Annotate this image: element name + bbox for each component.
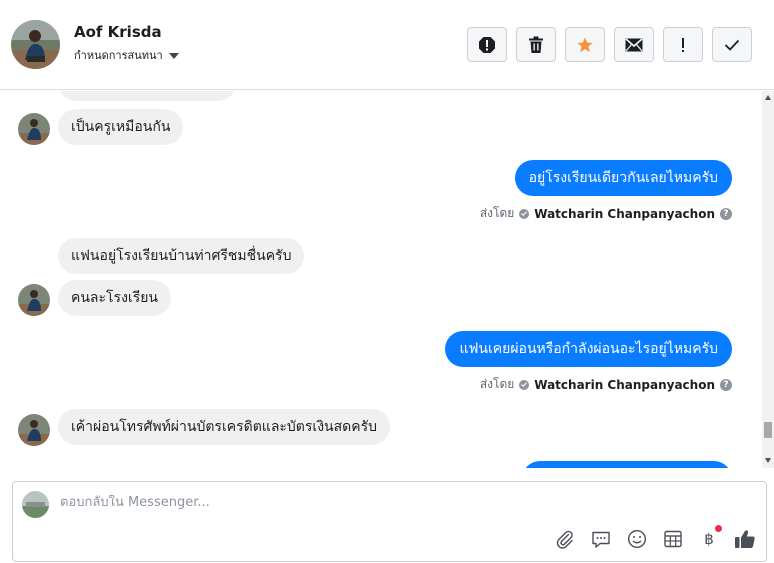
trash-icon [529,36,543,53]
attachment-icon [556,530,573,549]
sent-by-label: ส่งโดย [479,377,515,391]
contact-avatar-small [18,414,50,446]
incoming-message: เป็นครูเหมือนกัน [58,109,184,145]
outgoing-message: อยู่โรงเรียนเดียวกันเลยไหมครับ [514,160,732,196]
star-button[interactable] [565,27,605,62]
follow-up-button[interactable] [663,27,703,62]
message-bubble-partial [522,461,732,468]
conversation-status-label: กำหนดการสนทนา [74,49,163,62]
thread-scrollbar[interactable] [762,91,774,468]
envelope-icon [625,37,643,51]
sender-name[interactable]: Watcharin Chanpanyachon [534,378,715,392]
appointment-button[interactable] [662,528,684,550]
mark-done-button[interactable] [712,27,752,62]
outgoing-message: แฟนเคยผ่อนหรือกำลังผ่อนอะไรอยู่ไหมครับ [445,331,732,367]
incoming-message: คนละโรงเรียน [58,280,171,316]
sender-name[interactable]: Watcharin Chanpanyachon [534,207,715,221]
conversation-header: Aof Krisda กำหนดการสนทนา [0,0,774,90]
contact-avatar-small [18,113,50,145]
appointment-icon [664,530,682,548]
star-icon [577,37,593,52]
incoming-message: แฟนอยู่โรงเรียนบ้านท่าศรีชมชื่นครับ [58,238,305,274]
delete-button[interactable] [516,27,556,62]
exclamation-icon [682,37,684,52]
message-bubble-partial [58,91,236,101]
sent-by-label: ส่งโดย [479,206,515,220]
conversation-toolbar [467,27,752,62]
contact-name[interactable]: Aof Krisda [74,23,162,41]
saved-replies-button[interactable] [590,528,612,550]
attachment-button[interactable] [554,528,576,550]
payment-icon: ฿ [704,530,714,548]
incoming-message: เค้าผ่อนโทรศัพท์ผ่านบัตรเครดิตและบัตรเงิ… [58,409,391,445]
verified-icon [519,379,530,390]
check-icon [724,39,740,51]
scroll-down-arrow-icon[interactable] [765,458,771,463]
caret-down-icon [168,52,179,59]
contact-avatar-small [18,284,50,316]
contact-avatar[interactable] [11,20,60,69]
reply-input[interactable] [60,495,700,510]
help-icon[interactable]: ? [720,378,732,391]
emoji-icon [627,529,647,549]
sent-by-info: ส่งโดย Watcharin Chanpanyachon ? [480,375,732,394]
notification-dot [715,525,722,532]
mark-unread-button[interactable] [614,27,654,62]
sent-by-info: ส่งโดย Watcharin Chanpanyachon ? [480,204,732,223]
saved-reply-icon [592,531,610,548]
like-icon [735,530,755,548]
scrollbar-thumb[interactable] [764,422,772,438]
composer-toolbar: ฿ [554,525,756,550]
mark-spam-button[interactable] [467,27,507,62]
help-icon[interactable]: ? [720,207,732,220]
like-button[interactable] [734,528,756,550]
spam-icon [479,36,495,53]
reply-composer: ฿ [12,481,767,562]
emoji-button[interactable] [626,528,648,550]
payment-button[interactable]: ฿ [698,525,722,550]
verified-icon [519,208,530,219]
page-avatar [22,491,49,518]
conversation-status-dropdown[interactable]: กำหนดการสนทนา [74,46,179,64]
message-thread[interactable]: เป็นครูเหมือนกัน อยู่โรงเรียนเดียวกันเลย… [0,91,762,468]
scroll-up-arrow-icon[interactable] [765,95,771,100]
